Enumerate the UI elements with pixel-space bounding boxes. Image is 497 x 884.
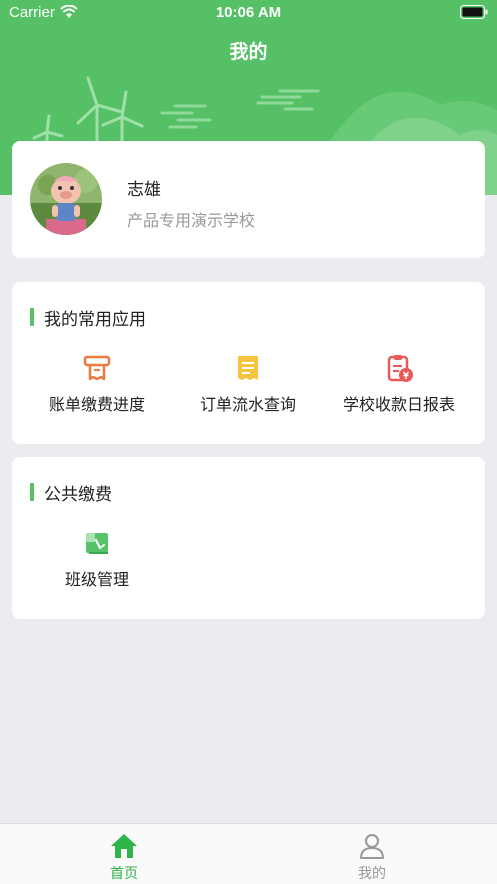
section-accent-bar xyxy=(30,483,34,501)
section-accent-bar xyxy=(30,308,34,326)
school-name: 产品专用演示学校 xyxy=(127,211,256,230)
app-daily-report[interactable]: 学校收款日报表 xyxy=(324,353,474,415)
app-class-manage[interactable]: 班级管理 xyxy=(22,528,172,590)
battery-icon xyxy=(460,5,488,19)
home-icon xyxy=(111,834,137,858)
class-manage-icon xyxy=(86,533,108,554)
app-bill-progress[interactable]: 账单缴费进度 xyxy=(22,353,172,415)
bill-progress-icon xyxy=(83,355,111,381)
tab-mine[interactable]: 我的 xyxy=(312,824,432,884)
page-title: 我的 xyxy=(229,41,268,63)
status-bar: Carrier 10:06 AM xyxy=(0,0,497,26)
app-label: 账单缴费进度 xyxy=(48,395,145,414)
app-label: 订单流水查询 xyxy=(199,395,296,414)
tab-bar: 首页 我的 xyxy=(0,823,497,884)
avatar-pig-icon xyxy=(30,163,102,235)
order-list-icon xyxy=(238,356,258,380)
section-title-public-fees: 公共缴费 xyxy=(44,485,112,505)
app-label: 班级管理 xyxy=(64,570,129,589)
person-icon xyxy=(360,834,384,859)
status-time: 10:06 AM xyxy=(215,4,282,21)
daily-report-icon xyxy=(387,355,413,382)
common-apps-card: 我的常用应用 账单缴费进度 订单流水查询 学校收款日报表 xyxy=(12,282,485,444)
app-order-list[interactable]: 订单流水查询 xyxy=(173,353,323,415)
tab-home[interactable]: 首页 xyxy=(64,824,184,884)
section-title-common-apps: 我的常用应用 xyxy=(44,310,146,330)
tab-home-label: 首页 xyxy=(110,866,138,882)
tab-mine-label: 我的 xyxy=(358,866,386,882)
avatar[interactable] xyxy=(30,163,102,235)
profile-card[interactable]: 志雄 产品专用演示学校 xyxy=(12,141,485,258)
app-label: 学校收款日报表 xyxy=(342,395,455,414)
public-fees-card: 公共缴费 班级管理 xyxy=(12,457,485,619)
user-name: 志雄 xyxy=(127,180,161,200)
